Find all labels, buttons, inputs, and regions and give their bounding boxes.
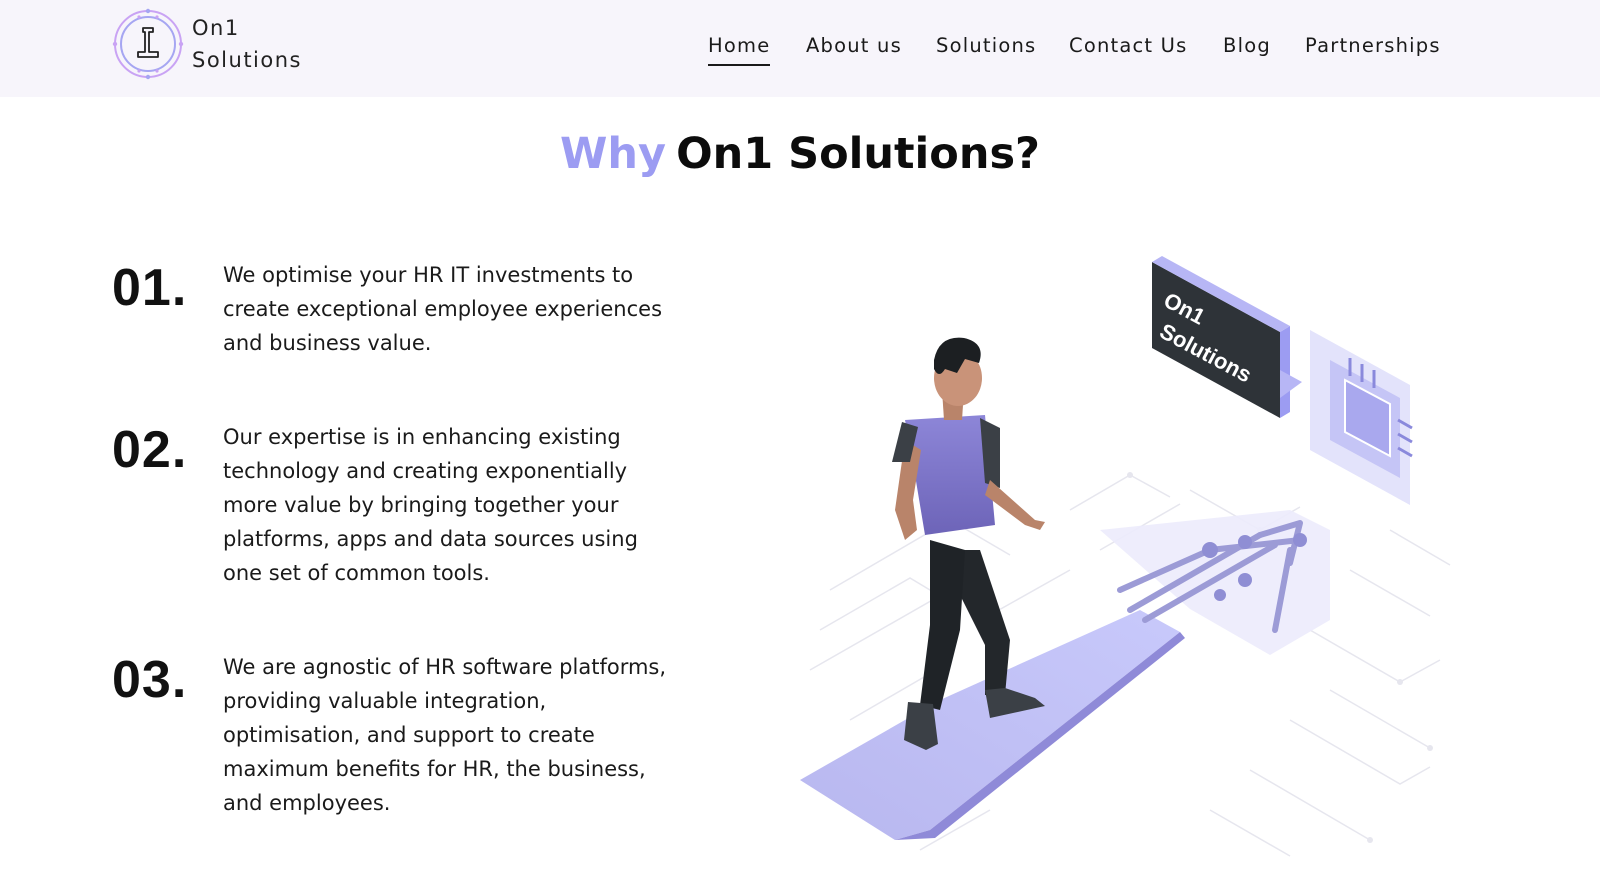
feature-line: We are agnostic of HR software platforms… [223, 655, 667, 679]
feature-line: one set of common tools. [223, 561, 490, 585]
brand-name: On1 Solutions [192, 12, 302, 76]
logo-icon [112, 8, 184, 80]
brand-line-1: On1 [192, 16, 240, 40]
nav-partnerships[interactable]: Partnerships [1305, 31, 1441, 61]
feature-number: 02. [112, 421, 188, 479]
nav-home[interactable]: Home [708, 31, 771, 66]
feature-number: 03. [112, 651, 188, 709]
feature-line: and employees. [223, 791, 391, 815]
nav-contact-us[interactable]: Contact Us [1069, 31, 1188, 61]
chip-icon [1310, 330, 1413, 505]
feature-description: We optimise your HR IT investments to cr… [223, 258, 723, 360]
feature-line: Our expertise is in enhancing existing [223, 425, 621, 449]
nav-solutions[interactable]: Solutions [936, 31, 1036, 61]
feature-line: and business value. [223, 331, 432, 355]
feature-number: 01. [112, 259, 188, 317]
site-header: On1 Solutions Home About us Solutions Co… [0, 0, 1600, 97]
brand-logo[interactable]: On1 Solutions [112, 8, 302, 80]
feature-line: platforms, apps and data sources using [223, 527, 638, 551]
feature-line: We optimise your HR IT investments to [223, 263, 634, 287]
hero-illustration: On1 Solutions [800, 256, 1451, 857]
feature-line: maximum benefits for HR, the business, [223, 757, 646, 781]
feature-description: We are agnostic of HR software platforms… [223, 650, 723, 820]
feature-line: more value by bringing together your [223, 493, 619, 517]
nav-about-us[interactable]: About us [806, 31, 902, 61]
feature-line: create exceptional employee experiences [223, 297, 663, 321]
nav-blog[interactable]: Blog [1223, 31, 1271, 61]
brand-line-2: Solutions [192, 48, 302, 72]
feature-line: optimisation, and support to create [223, 723, 595, 747]
section-title-rest: On1 Solutions? [676, 129, 1040, 179]
feature-line: technology and creating exponentially [223, 459, 628, 483]
sign-board: On1 Solutions [1152, 256, 1302, 418]
feature-line: providing valuable integration, [223, 689, 547, 713]
feature-description: Our expertise is in enhancing existing t… [223, 420, 723, 590]
section-title: Why On1 Solutions? [0, 124, 1600, 184]
section-title-accent: Why [560, 129, 667, 179]
